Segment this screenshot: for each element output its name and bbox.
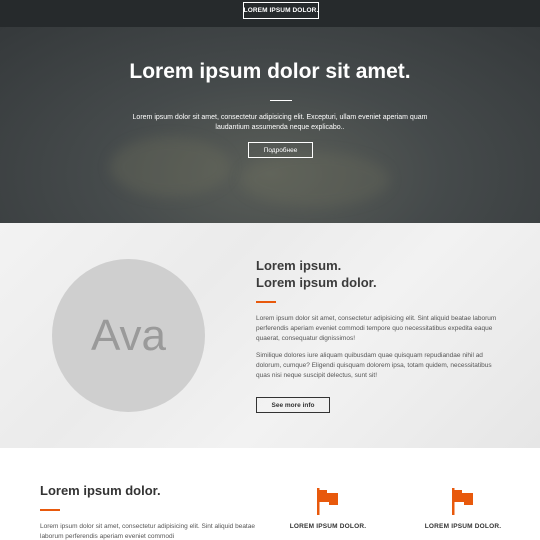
about-divider [256, 301, 276, 303]
flag-icon [452, 488, 473, 515]
about-title: Lorem ipsum. Lorem ipsum dolor. [256, 257, 506, 291]
logo[interactable]: LOREM IPSUM DOLOR. [243, 2, 319, 19]
services-title: Lorem ipsum dolor. [40, 483, 161, 498]
services-divider [40, 509, 60, 511]
hero-background-blur [240, 152, 390, 207]
feature-label: LOREM IPSUM DOLOR. [289, 523, 367, 530]
about-paragraph-1: Lorem ipsum dolor sit amet, consectetur … [256, 315, 497, 342]
more-details-button[interactable]: Подробнее [248, 142, 313, 158]
hero-title: Lorem ipsum dolor sit amet. [129, 60, 411, 83]
hero-divider [270, 100, 292, 101]
about-title-line2: Lorem ipsum dolor. [256, 275, 377, 290]
about-section: Ava Lorem ipsum. Lorem ipsum dolor. Lore… [0, 223, 540, 448]
feature-item: LOREM IPSUM DOLOR. [283, 486, 373, 530]
top-header: LOREM IPSUM DOLOR. [0, 0, 540, 27]
hero-text: Lorem ipsum dolor sit amet, consectetur … [132, 114, 428, 131]
avatar: Ava [52, 259, 205, 412]
about-paragraph-2: Similique dolores iure aliquam quibusdam… [256, 352, 492, 379]
hero-section: Lorem ipsum dolor sit amet. Lorem ipsum … [0, 27, 540, 223]
hero-background-blur [110, 137, 230, 197]
see-more-info-button[interactable]: See more info [256, 397, 330, 413]
feature-label: LOREM IPSUM DOLOR. [424, 523, 502, 530]
flag-icon [317, 488, 338, 515]
about-title-line1: Lorem ipsum. [256, 258, 342, 273]
services-text: Lorem ipsum dolor sit amet, consectetur … [40, 523, 255, 540]
feature-item: LOREM IPSUM DOLOR. [418, 486, 508, 530]
services-section: Lorem ipsum dolor. Lorem ipsum dolor sit… [0, 448, 540, 540]
